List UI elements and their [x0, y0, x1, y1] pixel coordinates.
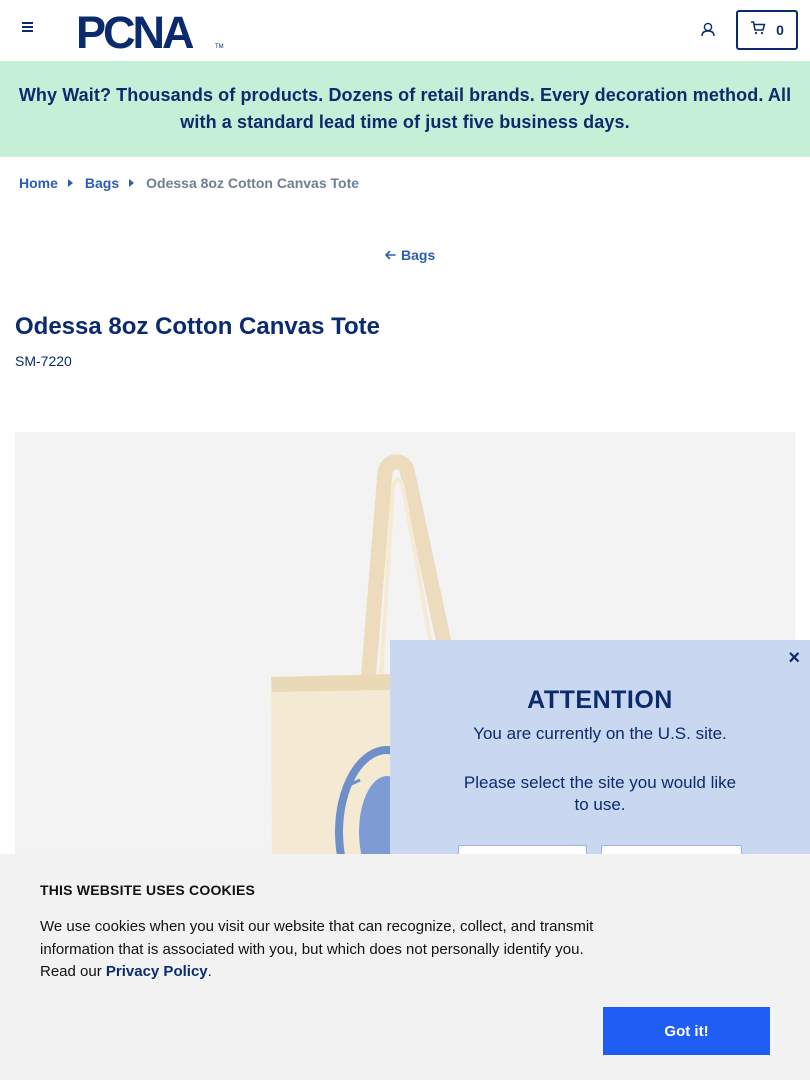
account-user-icon[interactable]: [697, 19, 719, 41]
attention-title: ATTENTION: [527, 686, 673, 714]
cookie-banner: THIS WEBSITE USES COOKIES We use cookies…: [0, 854, 810, 1080]
site-header: PCNA TM 0: [0, 0, 810, 61]
attention-prompt: Please select the site you would like to…: [463, 773, 737, 814]
promo-text: Why Wait? Thousands of products. Dozens …: [18, 85, 792, 132]
hamburger-menu-icon[interactable]: [18, 20, 38, 40]
caret-right-icon: [67, 179, 73, 187]
product-sku: SM-7220: [15, 353, 72, 369]
cookie-text: We use cookies when you visit our websit…: [40, 918, 594, 980]
cart-icon: [750, 20, 766, 40]
breadcrumb-current: Odessa 8oz Cotton Canvas Tote: [146, 175, 360, 191]
svg-text:TM: TM: [215, 44, 224, 50]
attention-message: You are currently on the U.S. site.: [473, 724, 727, 743]
cart-count: 0: [776, 22, 784, 38]
promo-banner: Why Wait? Thousands of products. Dozens …: [0, 61, 810, 157]
breadcrumb-home-link[interactable]: Home: [19, 175, 58, 191]
product-title: Odessa 8oz Cotton Canvas Tote: [15, 313, 380, 340]
back-to-bags-link[interactable]: Bags: [384, 247, 435, 263]
svg-text:PCNA: PCNA: [76, 10, 194, 50]
breadcrumb-bags-link[interactable]: Bags: [85, 175, 119, 191]
caret-right-icon: [129, 179, 135, 187]
back-link-label: Bags: [401, 247, 436, 263]
close-icon[interactable]: ×: [788, 647, 800, 670]
site-selector-modal: × ATTENTION You are currently on the U.S…: [390, 640, 810, 875]
arrow-left-icon: [384, 247, 396, 263]
breadcrumb: Home Bags Odessa 8oz Cotton Canvas Tote: [19, 175, 359, 191]
accept-cookies-button[interactable]: Got it!: [603, 1007, 770, 1055]
pcna-logo[interactable]: PCNA TM: [76, 7, 226, 58]
cart-button[interactable]: 0: [736, 10, 798, 50]
cookie-title: THIS WEBSITE USES COOKIES: [40, 882, 256, 898]
privacy-policy-link[interactable]: Privacy Policy: [106, 963, 208, 980]
